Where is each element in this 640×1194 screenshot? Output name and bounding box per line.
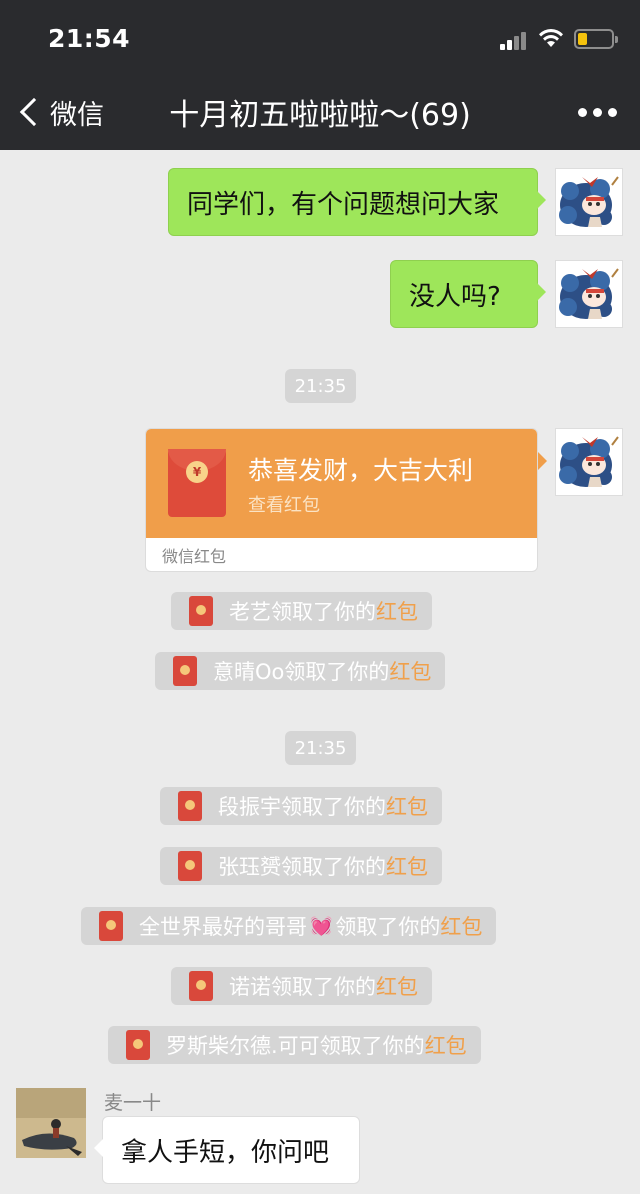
timestamp: 21:35 [285,731,356,765]
cellular-signal-icon [500,32,530,50]
red-packet-link[interactable]: 红包 [386,851,428,881]
red-packet-icon [126,1030,150,1060]
yuan-coin-icon: ¥ [186,461,208,483]
message-bubble-incoming[interactable]: 拿人手短，你问吧 [94,1116,360,1184]
message-text: 没人吗? [409,281,501,312]
red-packet-link[interactable]: 红包 [389,656,431,686]
receiver-name: 老艺 [229,600,271,624]
receiver-name: 意晴Oo [213,660,285,684]
more-dots-icon [578,108,587,117]
my-avatar[interactable] [555,428,623,496]
message-bubble-outgoing[interactable]: 没人吗? [390,260,546,328]
wifi-icon [539,29,563,47]
red-packet-title: 恭喜发财，大吉大利 [248,456,474,485]
red-packet-footer: 微信红包 [162,547,227,566]
sender-name: 麦一十 [104,1092,162,1114]
red-packet-icon [189,971,213,1001]
red-packet-receipt-notice: 张珏赟 领取了你的 红包 [160,847,442,885]
red-packet-link[interactable]: 红包 [425,1030,467,1060]
red-packet-card[interactable]: ¥ 恭喜发财，大吉大利 查看红包 微信红包 [145,428,538,572]
red-packet-icon [178,791,202,821]
red-packet-link[interactable]: 红包 [376,971,418,1001]
my-avatar[interactable] [555,260,623,328]
red-envelope-icon: ¥ [168,449,226,517]
receiver-name: 张珏赟 [218,855,281,879]
receiver-name: 段振宇 [218,795,281,819]
red-packet-receipt-notice: 老艺 领取了你的 红包 [171,592,432,630]
red-packet-icon [189,596,213,626]
navigation-bar: 21:54 微信 十月初五啦啦啦～(69) [0,0,640,150]
receiver-name: 全世界最好的哥哥 [139,915,307,939]
more-button[interactable] [578,108,617,117]
message-text: 拿人手短，你问吧 [121,1137,330,1168]
red-packet-icon [173,656,197,686]
message-text: 同学们，有个问题想问大家 [187,189,500,220]
red-packet-link[interactable]: 红包 [440,911,482,941]
red-packet-receipt-notice: 段振宇 领取了你的 红包 [160,787,442,825]
my-avatar[interactable] [555,168,623,236]
battery-icon [574,29,618,49]
timestamp: 21:35 [285,369,356,403]
red-packet-subtitle: 查看红包 [248,495,320,516]
message-bubble-outgoing[interactable]: 同学们，有个问题想问大家 [168,168,546,236]
red-packet-link[interactable]: 红包 [386,791,428,821]
red-packet-receipt-notice: 罗斯柴尔德.可可 领取了你的 红包 [108,1026,481,1064]
sender-avatar[interactable] [16,1088,86,1158]
red-packet-receipt-notice: 全世界最好的哥哥 💓 领取了你的 红包 [81,907,497,945]
red-packet-receipt-notice: 诺诺 领取了你的 红包 [171,967,432,1005]
chat-title: 十月初五啦啦啦～(69) [169,98,471,133]
receiver-name: 诺诺 [229,975,271,999]
red-packet-link[interactable]: 红包 [376,596,418,626]
receiver-name: 罗斯柴尔德.可可 [166,1034,320,1058]
red-packet-icon [99,911,123,941]
red-packet-icon [178,851,202,881]
heart-emoji-icon: 💓 [310,915,333,937]
red-packet-receipt-notice: 意晴Oo 领取了你的 红包 [155,652,446,690]
status-time: 21:54 [48,24,131,53]
